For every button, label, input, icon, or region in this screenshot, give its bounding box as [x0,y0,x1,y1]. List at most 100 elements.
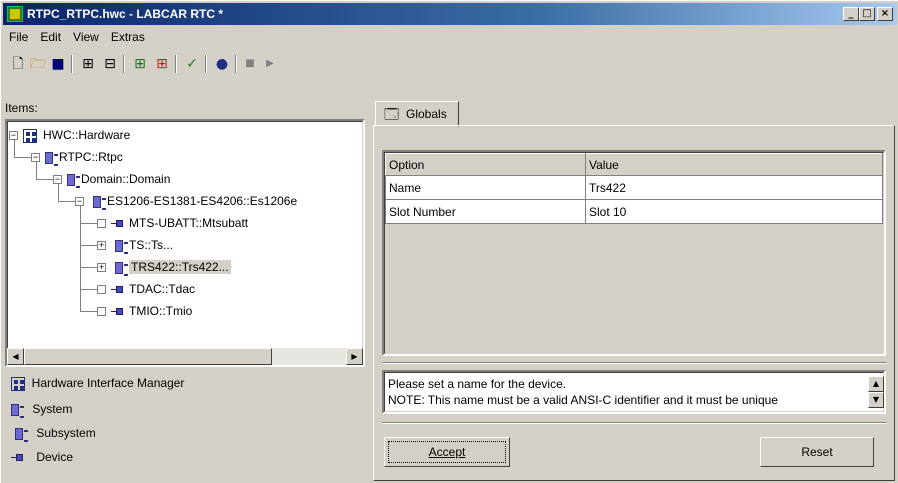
tree-node[interactable]: TS::Ts... [111,236,173,254]
tree-connector [80,206,81,311]
minimize-button[interactable]: _ [843,7,859,21]
options-grid[interactable]: Option Value Name Trs422 Slot Number Slo… [382,150,886,356]
subsystem-icon [15,427,28,442]
export-icon[interactable]: ⊞ [153,55,171,73]
hint-box: Please set a name for the device. NOTE: … [382,370,886,414]
header-option: Option [385,153,586,176]
subsystem-icon [93,195,106,210]
collapse-icon[interactable]: − [31,153,40,162]
tree-node-label: Domain::Domain [81,172,171,186]
tree-connector [58,201,75,202]
menu-bar: File Edit View Extras [3,27,151,47]
subsystem-icon [115,261,128,276]
header-value: Value [585,153,883,176]
table-row[interactable]: Slot Number Slot 10 [385,199,883,224]
menu-view[interactable]: View [67,30,105,44]
table-row[interactable]: Name Trs422 [385,175,883,200]
tree-node[interactable]: HWC::Hardware [23,126,130,144]
tree-connector [14,157,31,158]
check-icon[interactable]: ✓ [183,55,201,73]
device-icon [111,220,123,228]
collapse-icon[interactable]: − [75,197,84,206]
tree-node[interactable]: TRS422::Trs422... [111,258,231,276]
close-button[interactable]: × [877,7,893,21]
play-icon[interactable]: ▶ [261,55,279,73]
tree-connector [58,184,59,201]
globals-panel: Option Value Name Trs422 Slot Number Slo… [373,125,895,481]
tree-node-label: TMIO::Tmio [129,304,193,318]
remove-node-icon[interactable]: ⊟ [101,55,119,73]
toolbar-separator [235,55,237,73]
toolbar-separator [123,55,125,73]
toolbar-separator [205,55,207,73]
system-icon [45,151,58,166]
hint-line-2: NOTE: This name must be a valid ANSI-C i… [388,393,778,407]
save-icon[interactable]: ■ [49,55,67,73]
open-folder-icon[interactable]: 🗁 [29,55,47,73]
new-file-icon[interactable]: 🗋 [9,55,27,73]
leaf-box-icon[interactable] [97,219,106,228]
title-bar[interactable]: RTPC_RTPC.hwc - LABCAR RTC * _ □ × [3,3,897,25]
tree-node[interactable]: TMIO::Tmio [111,302,192,320]
import-icon[interactable]: ⊞ [131,55,149,73]
tree-node-label: RTPC::Rtpc [59,150,123,164]
user-icon[interactable]: ● [213,55,231,73]
expand-icon[interactable]: + [97,263,106,272]
collapse-icon[interactable]: − [53,175,62,184]
reset-label: Reset [801,445,833,459]
menu-extras[interactable]: Extras [105,30,151,44]
hardware-icon [23,128,37,143]
tree-node[interactable]: Domain::Domain [67,170,170,188]
option-slot-value[interactable]: Slot 10 [585,199,883,224]
accept-button[interactable]: Accept [384,437,510,467]
main-window: RTPC_RTPC.hwc - LABCAR RTC * _ □ × File E… [0,0,898,483]
menu-edit[interactable]: Edit [34,30,67,44]
menu-file[interactable]: File [3,30,34,44]
option-name-cell: Name [385,175,586,200]
tree-connector [36,179,53,180]
legend-system: System [32,402,73,416]
leaf-box-icon[interactable] [97,307,106,316]
legend-hardware: Hardware Interface Manager [31,376,185,390]
tree-node[interactable]: TDAC::Tdac [111,280,195,298]
reset-button[interactable]: Reset [760,437,874,467]
app-icon [7,6,23,22]
hardware-icon [11,376,25,391]
scroll-thumb[interactable] [24,348,272,365]
tree-node[interactable]: ES1206-ES1381-ES4206::Es1206e [89,192,297,210]
tree-node-label: TDAC::Tdac [129,282,196,296]
leaf-box-icon[interactable] [97,285,106,294]
toolbar: 🗋 🗁 ■ ⊞ ⊟ ⊞ ⊞ ✓ ● ■ ▶ [3,51,897,77]
table-header-row: Option Value [385,153,883,176]
tree-node[interactable]: RTPC::Rtpc [45,148,123,166]
tree-connector [80,245,97,246]
stop-icon[interactable]: ■ [241,55,259,73]
scroll-down-icon[interactable]: ▼ [868,392,884,408]
scroll-up-icon[interactable]: ▲ [868,376,884,392]
horizontal-scrollbar[interactable]: ◀ ▶ [7,348,363,365]
tree-connector [36,162,37,179]
toolbar-separator [71,55,73,73]
icon-legend: Hardware Interface Manager System Subsys… [11,373,351,473]
divider [382,362,886,364]
system-icon [67,173,80,188]
device-icon [111,308,123,316]
tree-node-label: TRS422::Trs422... [129,260,231,274]
tree-connector [14,140,15,157]
tab-globals-label: Globals [406,107,447,121]
maximize-button[interactable]: □ [859,7,875,21]
scroll-left-icon[interactable]: ◀ [7,348,24,365]
expand-icon[interactable]: + [97,241,106,250]
items-tree[interactable]: − HWC::Hardware − RTPC::Rtpc − Domain::Domain… [5,119,365,367]
toolbar-separator [175,55,177,73]
option-slot-cell: Slot Number [385,199,586,224]
scroll-right-icon[interactable]: ▶ [346,348,363,365]
legend-device: Device [36,450,74,464]
tree-connector [80,289,97,290]
tab-globals[interactable]: 🗔 Globals [375,101,459,127]
collapse-icon[interactable]: − [9,131,18,140]
add-node-icon[interactable]: ⊞ [79,55,97,73]
options-table: Option Value Name Trs422 Slot Number Slo… [385,153,883,224]
tree-node[interactable]: MTS-UBATT::Mtsubatt [111,214,248,232]
option-name-value[interactable]: Trs422 [585,175,883,200]
